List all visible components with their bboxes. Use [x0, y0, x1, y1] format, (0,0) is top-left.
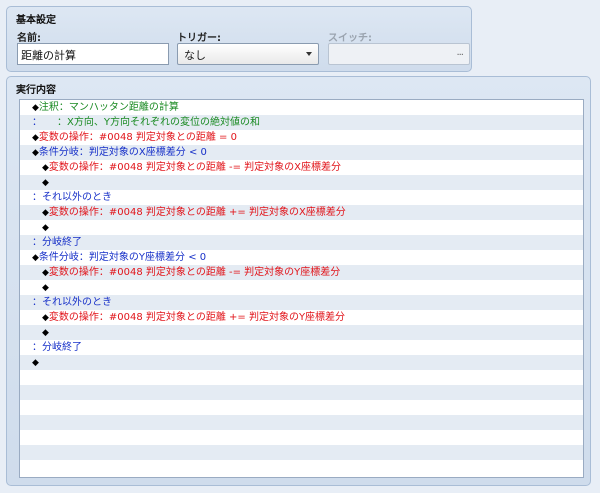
command-marker-icon: ◆ — [42, 283, 49, 293]
command-continuation: ： — [32, 237, 42, 248]
empty-row[interactable] — [20, 385, 583, 400]
command-text: 変数の操作：#0048 判定対象との距離 += 判定対象のX座標差分 — [48, 207, 346, 218]
command-marker-icon: ◆ — [42, 328, 49, 338]
command-row[interactable]: ：分岐終了 — [20, 235, 583, 250]
command-text: 変数の操作：#0048 判定対象との距離 -= 判定対象のX座標差分 — [48, 162, 342, 173]
command-marker-icon: ◆ — [42, 223, 49, 233]
command-text: 変数の操作：#0048 判定対象との距離 -= 判定対象のY座標差分 — [48, 267, 341, 278]
command-list[interactable]: ◆注釈：マンハッタン距離の計算： ：X方向、Y方向それぞれの変位の絶対値の和 ◆変… — [19, 99, 584, 478]
command-continuation: ： — [32, 297, 42, 308]
command-row[interactable]: ◆変数の操作：#0048 判定対象との距離 += 判定対象のX座標差分 — [20, 205, 583, 220]
name-label: 名前: — [17, 33, 41, 44]
trigger-label: トリガー: — [177, 33, 221, 44]
basic-settings-title: 基本設定 — [16, 15, 56, 26]
command-row[interactable]: ： ：X方向、Y方向それぞれの変位の絶対値の和 — [20, 115, 583, 130]
command-text: 注釈：マンハッタン距離の計算 — [38, 102, 179, 113]
command-text: 条件分岐：判定対象のY座標差分 < 0 — [38, 252, 207, 263]
command-row[interactable]: ◆変数の操作：#0048 判定対象との距離 += 判定対象のY座標差分 — [20, 310, 583, 325]
trigger-select[interactable]: なし — [177, 43, 319, 65]
command-marker-icon: ◆ — [42, 208, 49, 218]
command-text: ：X方向、Y方向それぞれの変位の絶対値の和 — [37, 117, 260, 128]
command-row[interactable]: ◆条件分岐：判定対象のX座標差分 < 0 — [20, 145, 583, 160]
command-row[interactable]: ◆ — [20, 355, 583, 370]
command-marker-icon: ◆ — [42, 268, 49, 278]
command-text: 条件分岐：判定対象のX座標差分 < 0 — [38, 147, 207, 158]
empty-row[interactable] — [20, 415, 583, 430]
command-marker-icon: ◆ — [32, 103, 39, 113]
command-text: 分岐終了 — [42, 342, 82, 353]
empty-row[interactable] — [20, 445, 583, 460]
chevron-down-icon — [306, 52, 312, 56]
command-text: 分岐終了 — [42, 237, 82, 248]
command-row[interactable]: ◆ — [20, 175, 583, 190]
command-row[interactable]: ◆ — [20, 220, 583, 235]
command-row[interactable]: ：それ以外のとき — [20, 190, 583, 205]
basic-settings-panel: 基本設定 名前: 距離の計算 トリガー: なし スイッチ: ... — [6, 6, 472, 72]
command-row[interactable]: ◆注釈：マンハッタン距離の計算 — [20, 100, 583, 115]
command-marker-icon: ◆ — [32, 148, 39, 158]
command-text: それ以外のとき — [42, 297, 112, 308]
command-row[interactable]: ：分岐終了 — [20, 340, 583, 355]
command-marker-icon: ◆ — [42, 178, 49, 188]
command-text: 変数の操作：#0048 判定対象との距離 += 判定対象のY座標差分 — [48, 312, 346, 323]
command-row[interactable]: ：それ以外のとき — [20, 295, 583, 310]
command-row[interactable]: ◆変数の操作：#0048 判定対象との距離 = 0 — [20, 130, 583, 145]
command-marker-icon: ◆ — [32, 253, 39, 263]
name-field[interactable]: 距離の計算 — [17, 43, 169, 65]
switch-label: スイッチ: — [328, 33, 372, 44]
empty-row[interactable] — [20, 460, 583, 475]
command-row[interactable]: ◆変数の操作：#0048 判定対象との距離 -= 判定対象のY座標差分 — [20, 265, 583, 280]
empty-row[interactable] — [20, 400, 583, 415]
event-contents-panel: 実行内容 ◆注釈：マンハッタン距離の計算： ：X方向、Y方向それぞれの変位の絶対… — [6, 76, 591, 486]
ellipsis-icon: ... — [456, 47, 463, 58]
command-marker-icon: ◆ — [32, 358, 39, 368]
command-continuation: ： — [32, 342, 42, 353]
command-text: それ以外のとき — [42, 192, 112, 203]
command-row[interactable]: ◆ — [20, 280, 583, 295]
command-row[interactable]: ◆ — [20, 325, 583, 340]
command-marker-icon: ◆ — [32, 133, 39, 143]
command-continuation: ： — [32, 192, 42, 203]
command-row[interactable]: ◆変数の操作：#0048 判定対象との距離 -= 判定対象のX座標差分 — [20, 160, 583, 175]
event-contents-title: 実行内容 — [16, 85, 56, 96]
switch-select: ... — [328, 43, 470, 65]
command-text: 変数の操作：#0048 判定対象との距離 = 0 — [38, 132, 237, 143]
command-marker-icon: ◆ — [42, 163, 49, 173]
empty-row[interactable] — [20, 430, 583, 445]
command-row[interactable]: ◆条件分岐：判定対象のY座標差分 < 0 — [20, 250, 583, 265]
command-marker-icon: ◆ — [42, 313, 49, 323]
trigger-value: なし — [184, 49, 206, 62]
empty-row[interactable] — [20, 370, 583, 385]
